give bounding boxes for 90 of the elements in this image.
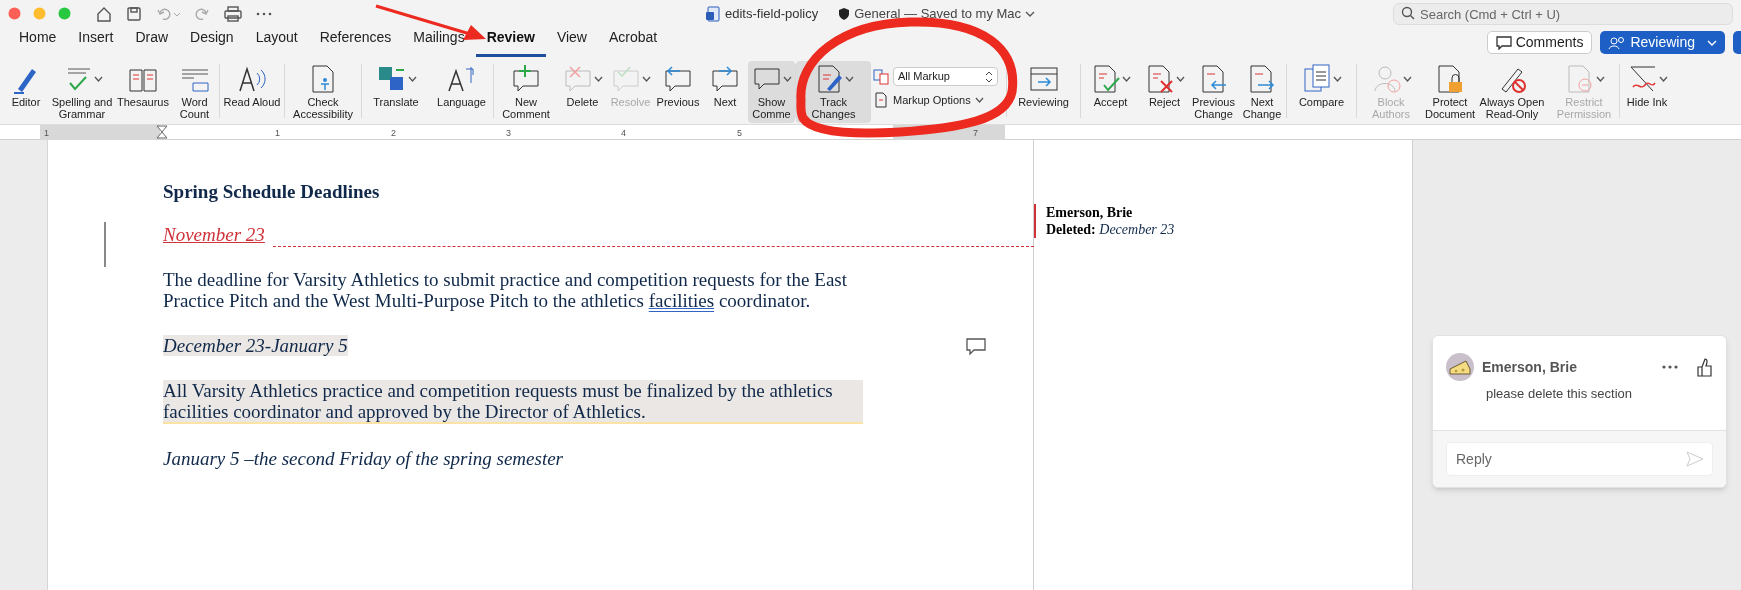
ribbon-button[interactable]: Protect Document bbox=[1425, 61, 1475, 123]
reply-field[interactable]: Reply bbox=[1446, 441, 1713, 476]
ribbon-button[interactable]: Thesaurus bbox=[116, 61, 170, 123]
ribbon-button[interactable]: Always Open Read-Only bbox=[1475, 61, 1549, 123]
save-status[interactable]: General — Saved to my Mac bbox=[854, 3, 1022, 24]
ribbon-button[interactable]: Next Change bbox=[1238, 61, 1286, 123]
ruler-number: 5 bbox=[737, 128, 742, 138]
search-field[interactable]: Search (Cmd + Ctrl + U) bbox=[1393, 3, 1733, 25]
caret-icon bbox=[1402, 76, 1412, 82]
caret-icon bbox=[407, 76, 417, 82]
share-button[interactable] bbox=[1733, 31, 1741, 54]
shield-icon bbox=[838, 6, 851, 21]
more-icon[interactable] bbox=[1661, 364, 1679, 370]
caret-icon bbox=[974, 97, 984, 104]
caret-icon bbox=[1658, 76, 1668, 82]
inserted-text: November 23 bbox=[163, 224, 265, 245]
document-icon bbox=[873, 92, 889, 109]
print-icon[interactable] bbox=[223, 4, 243, 23]
ribbon-tab[interactable]: Layout bbox=[244, 27, 309, 57]
ribbon-button[interactable]: Delete bbox=[558, 61, 607, 123]
caret-icon bbox=[594, 76, 603, 82]
caret-icon bbox=[642, 76, 651, 82]
comment-author: Emerson, Brie bbox=[1482, 357, 1578, 377]
ruler-number: 4 bbox=[621, 128, 626, 138]
markup-dropdown[interactable]: All Markup bbox=[893, 67, 998, 86]
ribbon-button[interactable]: Next bbox=[702, 61, 748, 123]
ribbon-button[interactable]: Translate bbox=[362, 61, 430, 123]
date-heading: January 5 –the second Friday of the spring semester bbox=[163, 448, 564, 469]
ribbon-tab[interactable]: References bbox=[308, 27, 403, 57]
commented-text: December 23-January 5 bbox=[163, 335, 348, 356]
search-icon bbox=[1401, 5, 1415, 20]
ribbon-button[interactable]: Spelling and Grammar bbox=[48, 61, 116, 123]
ribbon-button[interactable]: Reject bbox=[1140, 61, 1189, 123]
revision-author: Emerson, Brie bbox=[1046, 204, 1134, 221]
markup-options-button[interactable]: Markup Options bbox=[873, 92, 998, 109]
ribbon-tab[interactable]: Acrobat bbox=[598, 27, 669, 57]
comment-text: please delete this section bbox=[1485, 385, 1633, 403]
ribbon-button[interactable]: Word Count bbox=[170, 61, 219, 123]
ruler-number: 1 bbox=[275, 128, 280, 138]
compare-documents-icon bbox=[1301, 63, 1333, 95]
ribbon-button[interactable]: Read Aloud bbox=[220, 61, 284, 123]
caret-icon bbox=[93, 76, 103, 82]
ribbon-button[interactable]: Accept bbox=[1081, 61, 1140, 123]
caret-icon bbox=[1333, 76, 1342, 82]
caret-icon bbox=[845, 76, 854, 82]
document-title: edits-field-policy bbox=[725, 4, 819, 23]
caret-icon bbox=[1176, 76, 1185, 82]
window-control-icon[interactable] bbox=[8, 7, 21, 20]
display-markup-icon bbox=[873, 68, 889, 85]
ruler-number: 1 bbox=[44, 128, 49, 138]
ribbon-button[interactable]: Previous bbox=[654, 61, 702, 123]
ribbon-button[interactable]: Language bbox=[430, 61, 493, 123]
ribbon-button[interactable]: Hide Ink bbox=[1620, 61, 1674, 123]
stepper-icon bbox=[985, 70, 993, 83]
chevron-down-icon[interactable] bbox=[1025, 9, 1036, 18]
comment-icon bbox=[1495, 35, 1512, 50]
commented-paragraph: All Varsity Athletics practice and competition requests must be finalized by the athletics facilities coordinator and approved by the Director of Athletics. bbox=[163, 380, 863, 424]
ribbon-tab[interactable]: Home bbox=[8, 27, 68, 57]
people-icon bbox=[1608, 35, 1627, 50]
ribbon-button[interactable]: Show Comme bbox=[748, 61, 795, 123]
ribbon-button[interactable]: Check Accessibility bbox=[285, 61, 361, 123]
ruler-number: 3 bbox=[506, 128, 511, 138]
body-paragraph: The deadline for Varsity Athletics to submit practice and competition requests for the East Practice Pitch and the West Multi-Purpose Pitch to the athletics facilities coordinator. bbox=[163, 269, 848, 311]
thumbs-up-icon[interactable] bbox=[1695, 356, 1713, 378]
ribbon-tab[interactable]: Design bbox=[179, 27, 245, 57]
ribbon-button[interactable]: Reviewing bbox=[1007, 61, 1080, 123]
reviewing-button[interactable]: Reviewing bbox=[1600, 31, 1725, 54]
word-document-icon bbox=[705, 5, 721, 22]
comments-button[interactable]: Comments bbox=[1486, 31, 1593, 54]
ribbon-button[interactable]: Previous Change bbox=[1189, 61, 1238, 123]
ribbon-tab[interactable]: View bbox=[545, 27, 598, 57]
document-heading: Spring Schedule Deadlines bbox=[163, 181, 381, 202]
ribbon-button[interactable]: Compare bbox=[1287, 61, 1356, 123]
save-icon[interactable] bbox=[125, 4, 143, 23]
flagged-word[interactable]: facilities bbox=[648, 290, 715, 311]
ribbon-button[interactable]: Editor bbox=[4, 61, 48, 123]
caret-icon bbox=[783, 76, 792, 82]
comment-icon[interactable] bbox=[966, 338, 986, 356]
ribbon-tab[interactable]: Mailings bbox=[402, 27, 476, 57]
ribbon-tab[interactable]: Draw bbox=[124, 27, 180, 57]
cheese-avatar-icon bbox=[1446, 353, 1474, 381]
ruler-number: 2 bbox=[391, 128, 396, 138]
indent-marker-icon[interactable] bbox=[156, 125, 168, 139]
chevron-down-icon bbox=[1707, 38, 1717, 47]
ruler-number: 7 bbox=[973, 128, 978, 138]
ribbon-tab[interactable]: Insert bbox=[67, 27, 125, 57]
caret-icon bbox=[1122, 76, 1131, 82]
caret-icon bbox=[1595, 76, 1605, 82]
ribbon-button[interactable]: New Comment bbox=[494, 61, 558, 123]
revision-change: Deleted: December 23 bbox=[1046, 221, 1175, 238]
